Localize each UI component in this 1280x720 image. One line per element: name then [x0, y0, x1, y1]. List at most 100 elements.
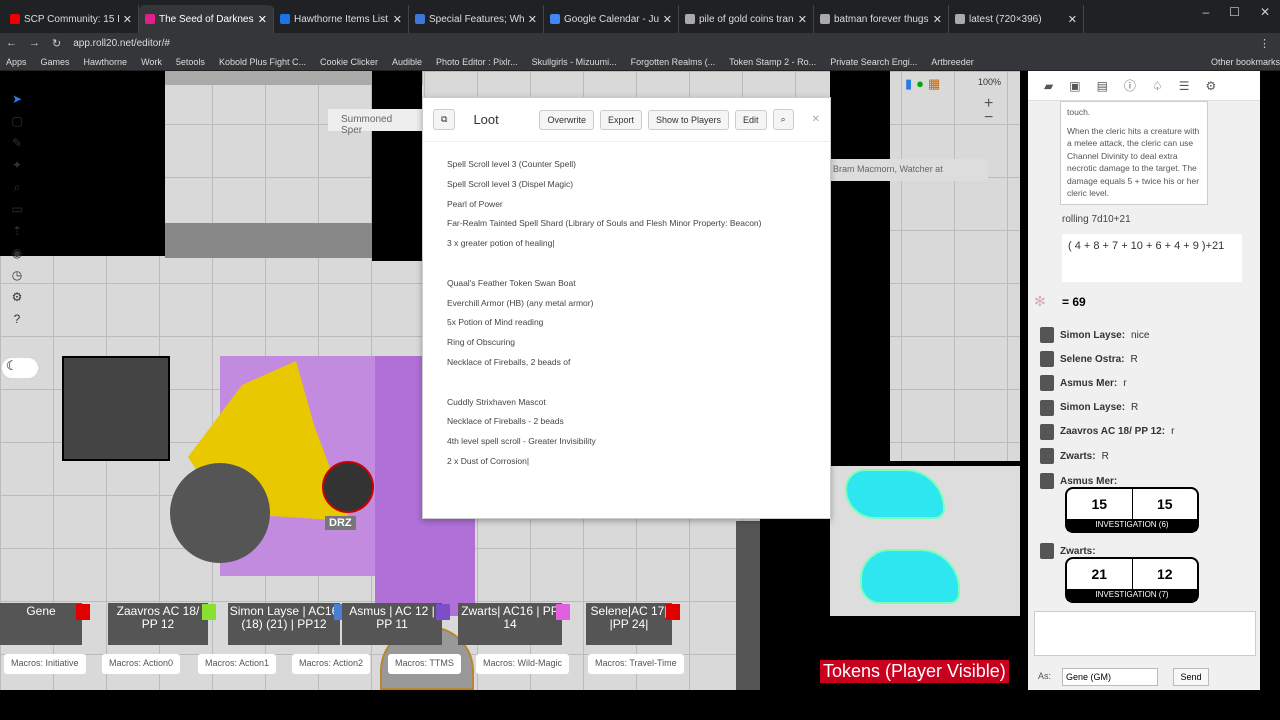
close-tab-icon[interactable]: ✕: [1068, 13, 1077, 26]
browser-tab[interactable]: Google Calendar - June 2 ✕: [544, 5, 679, 33]
bookmark-item[interactable]: Skullgirls - Mizuumi...: [532, 57, 617, 67]
loot-line: Everchill Armor (HB) (any metal armor): [447, 297, 594, 308]
browser-tab[interactable]: latest (720×396) ✕: [949, 5, 1084, 33]
avatar: [1040, 473, 1054, 489]
loot-line: Spell Scroll level 3 (Dispel Magic): [447, 178, 574, 189]
bookmark-item[interactable]: Other bookmarks: [1211, 57, 1280, 67]
bookmark-item[interactable]: 5etools: [176, 57, 205, 67]
close-tab-icon[interactable]: ✕: [798, 13, 807, 26]
macro-button[interactable]: Macros: TTMS: [388, 654, 461, 674]
bookmark-item[interactable]: Private Search Engi...: [830, 57, 917, 67]
close-tab-icon[interactable]: ✕: [663, 13, 672, 26]
toolbar[interactable]: ➤ ▢ ✎ ✦ ⌕ ▭ ⇡ ◉ ◷ ⚙?: [6, 92, 28, 328]
speaking-as-select[interactable]: Gene (GM): [1062, 668, 1158, 686]
roll-value: 15: [1067, 489, 1133, 519]
bookmark-item[interactable]: Token Stamp 2 - Ro...: [729, 57, 816, 67]
popout-icon[interactable]: ⧉: [433, 109, 456, 130]
select-icon: ➤: [11, 92, 23, 106]
message-text: R: [1101, 450, 1109, 462]
close-tab-icon[interactable]: ✕: [933, 13, 942, 26]
menu-icon[interactable]: ⋮: [1259, 37, 1270, 50]
browser-tab[interactable]: SCP Community: 15 INSAN ✕: [4, 5, 139, 33]
close-icon[interactable]: ✕: [812, 114, 820, 125]
bookmark-item[interactable]: Forgotten Realms (...: [631, 57, 716, 67]
macro-button[interactable]: Macros: Action1: [198, 654, 277, 674]
player-nameplate[interactable]: Zaavros AC 18/ PP 12: [108, 603, 208, 645]
player-nameplate[interactable]: Gene: [0, 603, 82, 645]
macro-button[interactable]: Macros: Action0: [102, 654, 181, 674]
window-controls[interactable]: – ☐ ✕: [1202, 5, 1270, 19]
chat-message: Zaavros AC 18/ PP 12: r: [1040, 423, 1174, 440]
tab-title: batman forever thugs - G: [834, 13, 929, 25]
favicon-icon: [280, 14, 290, 24]
loot-line: Quaal's Feather Token Swan Boat: [447, 277, 576, 288]
layer-toolbar[interactable]: ▮ ● ▦: [905, 76, 940, 92]
loot-line: Necklace of Fireballs, 2 beads of: [447, 356, 571, 367]
macro-button[interactable]: Macros: Action2: [292, 654, 371, 674]
bookmark-item[interactable]: Artbreeder: [931, 57, 974, 67]
message-author: Selene Ostra:: [1060, 353, 1125, 365]
player-color-swatch: [202, 604, 216, 620]
player-nameplate[interactable]: Zwarts| AC16 | PP 14: [458, 603, 562, 645]
forward-icon[interactable]: →: [29, 37, 40, 49]
macro-button[interactable]: Macros: Travel-Time: [588, 654, 684, 674]
player-nameplate[interactable]: Simon Layse | AC16 (18) (21) | PP12: [228, 603, 340, 645]
browser-tab[interactable]: batman forever thugs - G ✕: [814, 5, 949, 33]
close-tab-icon[interactable]: ✕: [528, 13, 537, 26]
bookmark-item[interactable]: Hawthorne: [84, 57, 128, 67]
export-button[interactable]: Export: [600, 109, 643, 130]
chat-input[interactable]: [1034, 611, 1256, 656]
sidebar-tabs[interactable]: ▰ ▣ ▤ ⓘ ♤ ☰ ⚙: [1028, 71, 1260, 101]
bookmark-item[interactable]: Photo Editor : Pixlr...: [436, 57, 518, 67]
loot-text[interactable]: Spell Scroll level 3 (Counter Spell) Spel…: [423, 142, 830, 485]
bookmark-item[interactable]: Work: [141, 57, 162, 67]
overwrite-button[interactable]: Overwrite: [539, 109, 594, 130]
roll-card: 15 15 INVESTIGATION (6): [1065, 487, 1199, 533]
browser-tab[interactable]: The Seed of Darkness | Ro ✕: [139, 5, 274, 33]
send-button[interactable]: Send: [1173, 668, 1209, 686]
roll-value: 21: [1067, 559, 1133, 589]
token[interactable]: [170, 463, 270, 563]
macro-button[interactable]: Macros: Initiative: [4, 654, 86, 674]
tab-title: latest (720×396): [969, 13, 1042, 25]
bookmark-item[interactable]: Apps: [6, 57, 27, 67]
loot-line: Ring of Obscuring: [447, 337, 516, 348]
bookmark-item[interactable]: Cookie Clicker: [320, 57, 378, 67]
macro-button[interactable]: Macros: Wild-Magic: [476, 654, 570, 674]
avatar: [1040, 327, 1054, 343]
pin-icon: ●: [916, 76, 925, 91]
reload-icon[interactable]: ↻: [52, 37, 61, 50]
loot-line: 4th level spell scroll - Greater Invisib…: [447, 436, 596, 447]
url-input[interactable]: app.roll20.net/editor/#: [73, 38, 1247, 49]
loot-dialog: ⧉ Loot Overwrite Export Show to Players …: [422, 97, 831, 519]
back-icon[interactable]: ←: [6, 37, 17, 49]
search-icon[interactable]: ⌕: [772, 109, 794, 130]
zoom-out-button[interactable]: −: [984, 109, 993, 127]
edit-button[interactable]: Edit: [735, 109, 767, 130]
bookmark-item[interactable]: Games: [41, 57, 70, 67]
show-to-players-button[interactable]: Show to Players: [648, 109, 730, 130]
dice-icon: ✻: [1034, 293, 1046, 309]
browser-tab[interactable]: Special Features; What M ✕: [409, 5, 544, 33]
shape[interactable]: [860, 549, 960, 604]
favicon-icon: [820, 14, 830, 24]
token[interactable]: [322, 461, 374, 513]
bookmark-item[interactable]: Audible: [392, 57, 422, 67]
roll-card: 21 12 INVESTIGATION (7): [1065, 557, 1199, 603]
tab-title: pile of gold coins transpa: [699, 13, 794, 25]
close-tab-icon[interactable]: ✕: [258, 13, 267, 26]
dialog-title: Loot: [473, 112, 499, 127]
art-icon: ▣: [1069, 78, 1081, 93]
roll-label: INVESTIGATION (7): [1067, 589, 1197, 601]
summoned-label: Summoned Sper: [328, 109, 423, 136]
player-nameplate[interactable]: Asmus | AC 12 | PP 11: [342, 603, 442, 645]
bookmark-item[interactable]: Kobold Plus Fight C...: [219, 57, 306, 67]
clock-icon: ◷: [11, 268, 23, 282]
close-tab-icon[interactable]: ✕: [123, 13, 132, 26]
browser-tab[interactable]: pile of gold coins transpa ✕: [679, 5, 814, 33]
browser-tab[interactable]: Hawthorne Items List.pdf ✕: [274, 5, 409, 33]
close-tab-icon[interactable]: ✕: [393, 13, 402, 26]
dark-mode-toggle[interactable]: ☾: [2, 358, 38, 378]
player-nameplate[interactable]: Selene|AC 17| |PP 24|: [586, 603, 672, 645]
message-author: Zaavros AC 18/ PP 12:: [1060, 426, 1166, 438]
